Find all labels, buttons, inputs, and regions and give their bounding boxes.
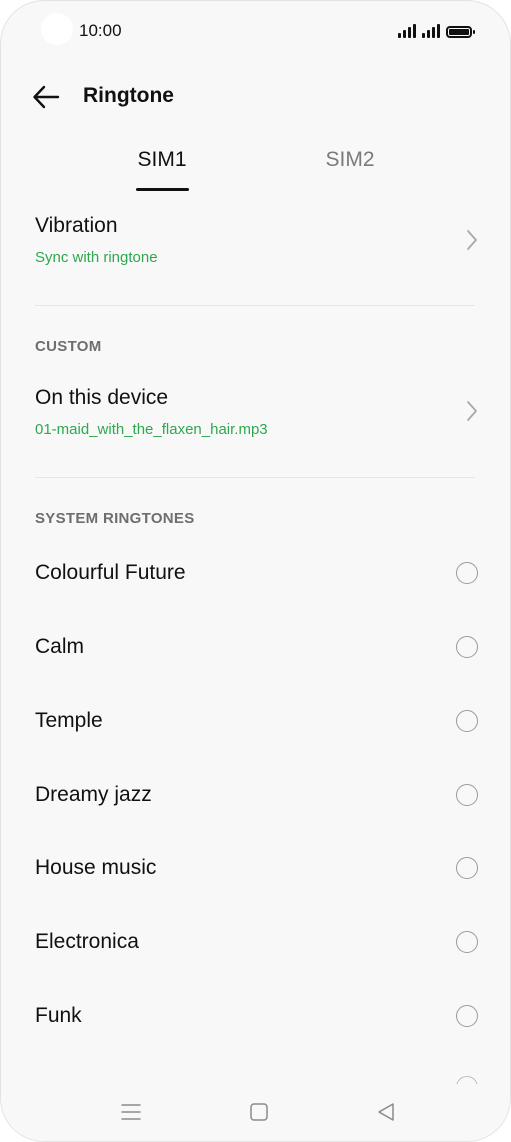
status-time: 10:00	[79, 21, 122, 40]
radio-button-partial	[456, 1076, 478, 1084]
radio-button[interactable]	[456, 1005, 478, 1027]
back-triangle-icon	[378, 1103, 394, 1121]
ringtone-item-temple[interactable]: Temple	[1, 686, 510, 760]
chevron-right-icon	[467, 230, 477, 250]
signal-sim1-icon	[398, 24, 416, 38]
ringtone-label: Funk	[35, 1004, 82, 1027]
on-this-device-row[interactable]: On this device 01-maid_with_the_flaxen_h…	[1, 373, 510, 463]
section-header-system-ringtones: SYSTEM RINGTONES	[35, 510, 195, 527]
ringtone-item-calm[interactable]: Calm	[1, 612, 510, 686]
ringtone-label: Temple	[35, 709, 103, 732]
ringtone-item-funk[interactable]: Funk	[1, 981, 510, 1055]
tab-sim2-label: SIM2	[325, 148, 375, 171]
tab-sim1[interactable]: SIM1	[102, 141, 222, 193]
system-nav-bar	[1, 1087, 510, 1137]
radio-button[interactable]	[456, 636, 478, 658]
phone-screen: 10:00 Ringtone SIM1 SIM2 Vibration Sync …	[0, 0, 511, 1142]
ringtone-item-electronica[interactable]: Electronica	[1, 907, 510, 981]
front-camera	[41, 13, 73, 45]
app-header: Ringtone	[1, 71, 510, 123]
arrow-left-icon	[33, 85, 60, 109]
signal-sim2-icon	[422, 24, 440, 38]
sim-tabs: SIM1 SIM2	[1, 141, 510, 193]
ringtone-item-dreamy-jazz[interactable]: Dreamy jazz	[1, 760, 510, 834]
chevron-right-icon	[467, 401, 477, 421]
tab-sim1-label: SIM1	[137, 148, 187, 171]
ringtone-label: Electronica	[35, 930, 139, 953]
nav-back-button[interactable]	[371, 1099, 401, 1125]
vibration-title: Vibration	[35, 214, 118, 237]
vibration-row[interactable]: Vibration Sync with ringtone	[1, 201, 510, 291]
ringtone-item-colourful-future[interactable]: Colourful Future	[1, 538, 510, 612]
status-icons	[398, 22, 475, 38]
battery-icon	[446, 26, 475, 38]
ringtone-label: Dreamy jazz	[35, 783, 152, 806]
ringtone-label: Calm	[35, 635, 85, 658]
vibration-subtitle: Sync with ringtone	[35, 249, 158, 266]
radio-button[interactable]	[456, 857, 478, 879]
divider	[35, 477, 475, 478]
back-button[interactable]	[25, 79, 69, 115]
menu-button[interactable]	[116, 1099, 146, 1125]
section-header-custom: CUSTOM	[35, 338, 102, 355]
ringtone-item-house-music[interactable]: House music	[1, 833, 510, 907]
radio-button[interactable]	[456, 931, 478, 953]
radio-button[interactable]	[456, 710, 478, 732]
tab-sim2[interactable]: SIM2	[290, 141, 410, 193]
custom-ringtone-filename: 01-maid_with_the_flaxen_hair.mp3	[35, 421, 268, 438]
on-this-device-title: On this device	[35, 386, 169, 409]
divider	[35, 305, 475, 306]
ringtone-label: House music	[35, 856, 157, 879]
radio-button[interactable]	[456, 784, 478, 806]
radio-button[interactable]	[456, 562, 478, 584]
home-button[interactable]	[244, 1099, 274, 1125]
ringtone-label: Colourful Future	[35, 561, 186, 584]
status-bar: 10:00	[1, 1, 510, 59]
page-title: Ringtone	[83, 84, 174, 107]
tab-indicator	[136, 188, 189, 191]
home-icon	[250, 1103, 268, 1121]
menu-icon	[121, 1104, 141, 1120]
